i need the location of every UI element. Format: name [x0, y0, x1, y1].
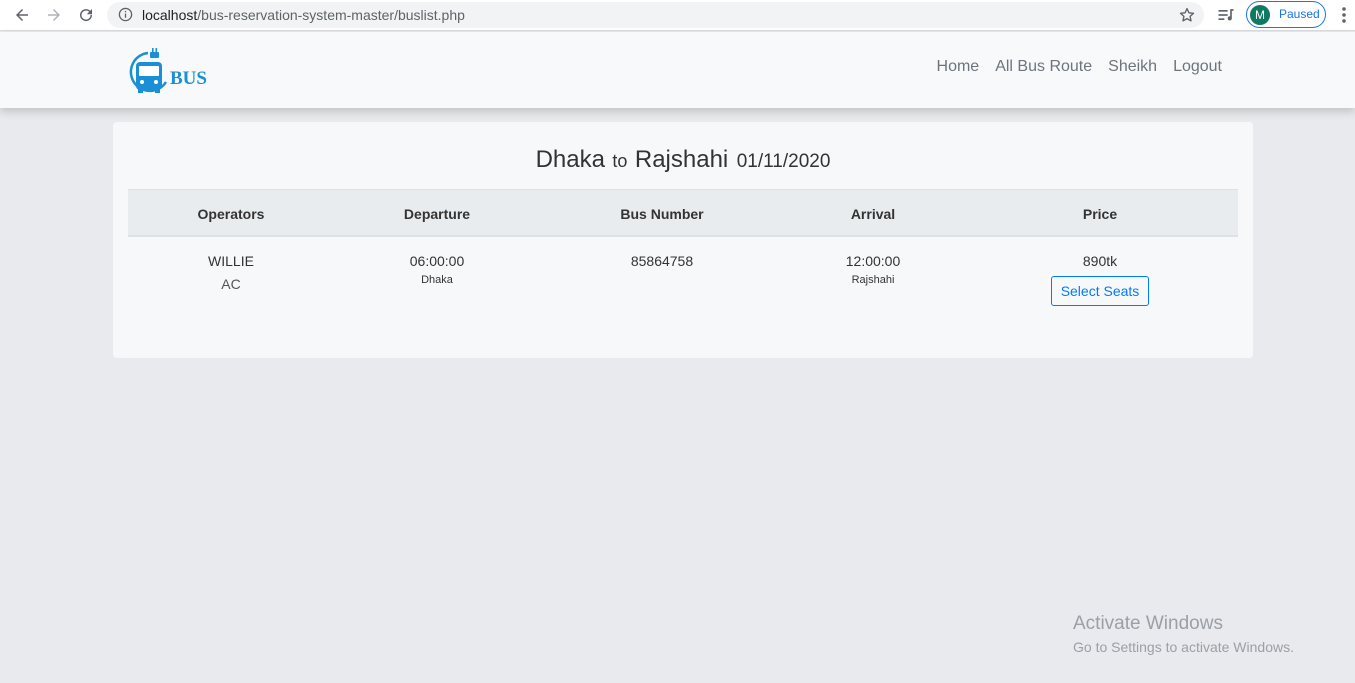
table-header: Operators Departure Bus Number Arrival P… — [128, 189, 1238, 237]
departure-city: Dhaka — [421, 274, 453, 286]
site-navbar: BUS Home All Bus Route Sheikh Logout — [0, 32, 1355, 108]
bookmark-star-icon[interactable] — [1178, 6, 1196, 24]
info-icon[interactable] — [118, 7, 133, 22]
url-text: localhost/bus-reservation-system-master/… — [142, 7, 465, 23]
bus-type: AC — [221, 276, 241, 292]
arrival-time: 12:00:00 — [845, 253, 901, 269]
activate-windows-watermark: Activate Windows Go to Settings to activ… — [1073, 613, 1294, 655]
select-seats-button[interactable]: Select Seats — [1050, 276, 1150, 306]
column-header-departure: Departure — [403, 206, 471, 222]
nav-all-bus-route-link[interactable]: All Bus Route — [987, 58, 1100, 76]
nav-home-link[interactable]: Home — [929, 58, 988, 76]
route-title: Dhaka to Rajshahi 01/11/2020 — [113, 146, 1253, 174]
nav-logout-link[interactable]: Logout — [1165, 58, 1230, 76]
logo-text: BUS — [170, 68, 207, 89]
back-arrow-icon[interactable] — [11, 4, 33, 26]
route-connector: to — [612, 151, 628, 171]
bus-list-card: Dhaka to Rajshahi 01/11/2020 Operators D… — [113, 122, 1253, 358]
browser-toolbar: localhost/bus-reservation-system-master/… — [0, 0, 1355, 31]
forward-arrow-icon[interactable] — [43, 4, 65, 26]
bus-logo[interactable]: BUS — [126, 48, 212, 94]
url-host: localhost — [142, 7, 198, 23]
column-header-price: Price — [1082, 206, 1118, 222]
column-header-arrival: Arrival — [850, 206, 896, 222]
route-date: 01/11/2020 — [736, 151, 831, 172]
media-control-icon[interactable] — [1216, 5, 1236, 25]
column-header-bus-number: Bus Number — [620, 206, 704, 222]
arrival-cell: 12:00:00 Rajshahi — [823, 253, 923, 286]
avatar: M — [1250, 5, 1270, 25]
nav-links: Home All Bus Route Sheikh Logout — [929, 58, 1230, 76]
operator-cell: WILLIE AC — [181, 253, 281, 292]
departure-time: 06:00:00 — [409, 253, 465, 269]
url-path: /bus-reservation-system-master/buslist.p… — [197, 7, 465, 23]
route-to: Rajshahi — [634, 146, 729, 173]
route-from: Dhaka — [535, 146, 605, 173]
column-header-operators: Operators — [197, 206, 265, 222]
profile-status: Paused — [1279, 7, 1320, 21]
bus-number: 85864758 — [630, 253, 694, 269]
table-row: WILLIE AC 06:00:00 Dhaka 85864758 12:00:… — [128, 237, 1238, 337]
more-menu-icon[interactable] — [1336, 5, 1352, 25]
profile-button[interactable]: M Paused — [1246, 1, 1326, 28]
departure-cell: 06:00:00 Dhaka — [387, 253, 487, 286]
watermark-subtitle: Go to Settings to activate Windows. — [1073, 639, 1294, 655]
arrival-city: Rajshahi — [851, 274, 895, 286]
reload-icon[interactable] — [75, 4, 97, 26]
bus-table: Operators Departure Bus Number Arrival P… — [128, 189, 1238, 337]
bus-number-cell: 85864758 — [602, 253, 722, 269]
operator-name: WILLIE — [208, 253, 254, 269]
price: 890tk — [1082, 253, 1118, 269]
watermark-title: Activate Windows — [1073, 613, 1223, 634]
nav-user-link[interactable]: Sheikh — [1100, 58, 1165, 76]
address-bar[interactable]: localhost/bus-reservation-system-master/… — [107, 2, 1204, 28]
price-cell: 890tk Select Seats — [1030, 253, 1170, 306]
